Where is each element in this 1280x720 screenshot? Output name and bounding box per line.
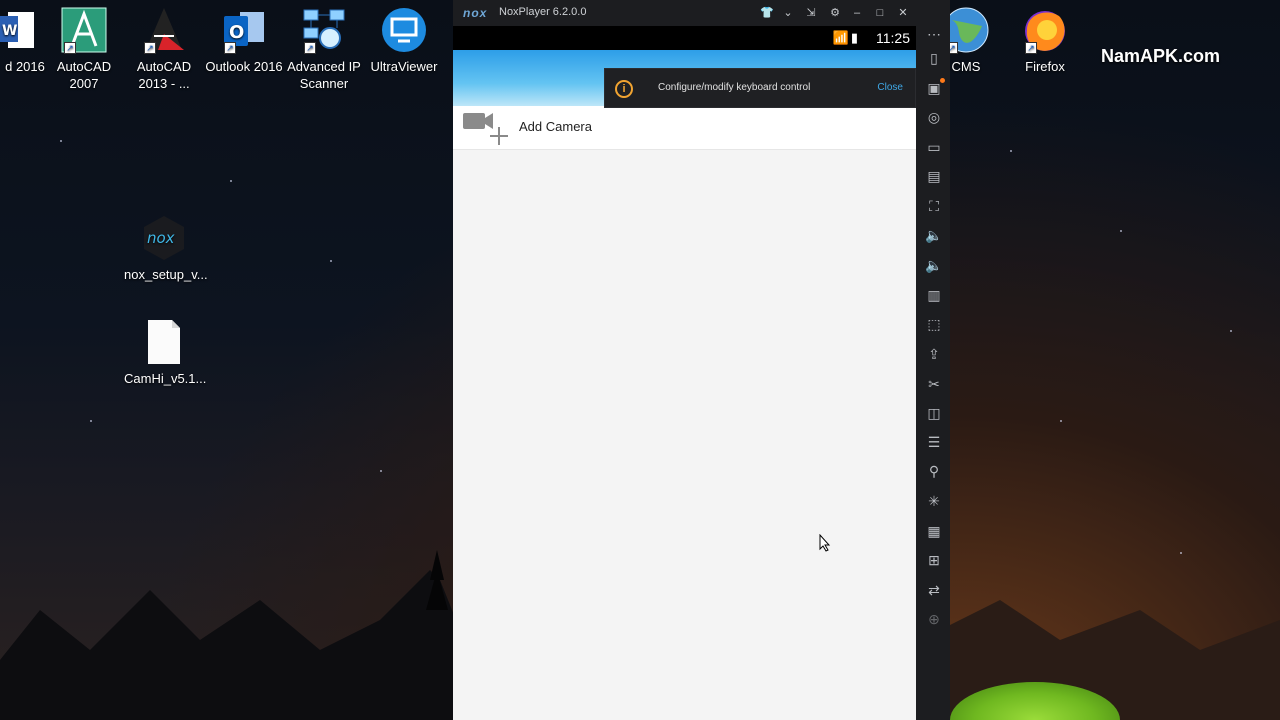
desktop-icon-label: Advanced IP Scanner (287, 59, 361, 91)
desktop-icon-label: nox_setup_v... (124, 267, 208, 282)
shake-icon[interactable]: ✳ (924, 491, 944, 511)
chevron-down-icon[interactable]: ⌄ (780, 5, 796, 21)
multi-instance-icon[interactable]: ◫ (924, 403, 944, 423)
desktop-icon-label: Firefox (1025, 59, 1065, 74)
add-camera-label: Add Camera (519, 119, 592, 134)
autocad-2013-icon: ↗ (140, 6, 188, 54)
menu-icon[interactable]: ☰ (924, 432, 944, 452)
desktop-icon-firefox[interactable]: ↗ Firefox (1005, 6, 1085, 75)
advanced-ip-scanner-icon: ↗ (300, 6, 348, 54)
desktop-icon-autocad-2013[interactable]: ↗ AutoCAD 2013 - ... (124, 6, 204, 92)
svg-text:O: O (229, 22, 244, 43)
video-camera-add-icon (463, 113, 508, 145)
desktop-icon-camhi[interactable]: CamHi_v5.1... (124, 318, 207, 387)
svg-text:nox: nox (147, 229, 175, 247)
mouse-cursor (819, 534, 831, 552)
volume-up-icon[interactable]: 🔈 (924, 225, 944, 245)
apk-install-icon[interactable]: ▥ (924, 285, 944, 305)
desktop-icon-label: Outlook 2016 (205, 59, 283, 74)
maximize-icon[interactable]: □ (872, 5, 888, 21)
toolbox-icon[interactable]: ▣ (924, 78, 945, 98)
import-file-icon[interactable]: ⇪ (924, 344, 944, 364)
outlook-icon: O ↗ (220, 6, 268, 54)
watermark: NamAPK.com (1101, 46, 1221, 66)
volume-down-icon[interactable]: 🔈 (924, 255, 944, 275)
close-icon[interactable]: ✕ (895, 5, 911, 21)
controller-icon[interactable]: ⊞ (924, 550, 944, 570)
screen-record-icon[interactable]: ⬚ (924, 314, 944, 334)
settings-sliders-icon[interactable]: ⇄ (924, 580, 944, 600)
desktop-icon-advanced-ip-scanner[interactable]: ↗ Advanced IP Scanner (284, 6, 364, 92)
mountain-silhouette (0, 550, 460, 720)
desktop-icon-label: UltraViewer (370, 59, 438, 74)
desktop-icon-nox-setup[interactable]: nox nox_setup_v... (124, 214, 208, 283)
ultraviewer-icon (380, 6, 428, 54)
desktop-icon-label: AutoCAD 2007 (56, 59, 112, 91)
location-icon[interactable]: ◎ (924, 107, 944, 127)
wifi-signal-battery-icon: 📶▮ (832, 30, 860, 45)
camera-list-area (453, 150, 916, 720)
nox-logo: nox (463, 6, 488, 20)
gear-icon[interactable]: ⚙ (827, 5, 843, 21)
add-icon[interactable]: ⊕ (924, 609, 944, 629)
fullscreen-icon[interactable]: ⛶ (924, 196, 944, 216)
firefox-icon: ↗ (1021, 6, 1069, 54)
scissors-icon[interactable]: ✂ (924, 374, 944, 394)
nox-icon: nox (140, 214, 188, 262)
macro-icon[interactable]: ⚲ (924, 461, 944, 481)
desktop-icon-autocad-2007[interactable]: ↗ AutoCAD 2007 (44, 6, 124, 92)
noxplayer-window: nox NoxPlayer 6.2.0.0 👕 ⌄ ⇲ ⚙ – □ ✕ 📶▮ 1… (453, 0, 950, 720)
window-title: NoxPlayer 6.2.0.0 (499, 6, 587, 18)
clipboard-icon[interactable]: ▯ (924, 48, 944, 68)
desktop-icon-label: CamHi_v5.1... (124, 371, 207, 386)
more-icon[interactable]: ⋯ (924, 24, 944, 44)
info-icon: i (615, 80, 633, 98)
gamepad-icon[interactable]: ▦ (924, 521, 944, 541)
window-titlebar[interactable]: nox NoxPlayer 6.2.0.0 👕 ⌄ ⇲ ⚙ – □ ✕ (453, 0, 916, 26)
add-camera-button[interactable]: Add Camera (453, 106, 916, 150)
svg-text:W: W (2, 23, 17, 39)
screenshot-icon[interactable]: ▤ (924, 166, 944, 186)
keyboard-control-notification: i Configure/modify keyboard control Clos… (604, 68, 916, 108)
pin-icon[interactable]: ⇲ (803, 5, 819, 21)
autocad-2007-icon: ↗ (60, 6, 108, 54)
status-time: 11:25 (876, 30, 910, 46)
notification-close-button[interactable]: Close (877, 82, 903, 93)
notification-text: Configure/modify keyboard control (658, 82, 811, 93)
desktop-icon-outlook[interactable]: O ↗ Outlook 2016 (204, 6, 284, 75)
desktop-icon-ultraviewer[interactable]: UltraViewer (364, 6, 444, 75)
shirt-icon[interactable]: 👕 (759, 5, 775, 21)
word-icon: W (0, 6, 42, 54)
minimize-icon[interactable]: – (849, 5, 865, 21)
keyboard-icon[interactable]: ▭ (924, 137, 944, 157)
nox-sidebar: ⋯ ▯ ▣ ◎ ▭ ▤ ⛶ 🔈 🔈 ▥ ⬚ ⇪ ✂ ◫ ☰ ⚲ ✳ ▦ ⊞ ⇄ … (918, 0, 950, 720)
android-screen: 📶▮ 11:25 Add Camera i Configure/modify k… (453, 26, 916, 720)
file-icon (140, 318, 188, 366)
android-status-bar: 📶▮ 11:25 (453, 26, 916, 50)
desktop-icon-label: AutoCAD 2013 - ... (136, 59, 192, 91)
